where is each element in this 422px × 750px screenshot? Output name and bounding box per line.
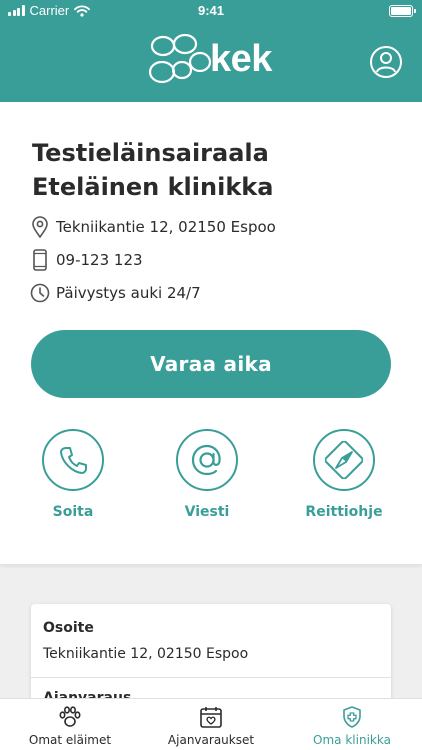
tab-my-pets-label: Omat eläimet <box>28 733 112 747</box>
tab-my-clinic[interactable]: Oma klinikka <box>282 703 422 747</box>
address-row: Tekniikantie 12, 02150 Espoo <box>30 216 276 238</box>
hours-row: Päivystys auki 24/7 <box>30 282 201 304</box>
tab-appointments[interactable]: Ajanvaraukset <box>141 703 281 747</box>
address-value: Tekniikantie 12, 02150 Espoo <box>43 646 249 662</box>
address-title: Osoite <box>43 620 94 636</box>
clinic-card: Testieläinsairaala Eteläinen klinikka Te… <box>0 102 422 564</box>
location-pin-icon <box>30 216 50 238</box>
directions-label: Reittiohje <box>305 504 383 520</box>
message-action[interactable]: Viesti <box>157 429 257 520</box>
clinic-address: Tekniikantie 12, 02150 Espoo <box>56 218 276 236</box>
tab-my-pets[interactable]: Omat eläimet <box>0 703 140 747</box>
paw-icon <box>0 703 140 731</box>
clinic-name: Testieläinsairaala Eteläinen klinikka <box>32 139 274 201</box>
status-bar: Carrier 9:41 <box>0 0 422 22</box>
directions-action[interactable]: Reittiohje <box>294 429 394 520</box>
call-label: Soita <box>52 504 94 520</box>
profile-button[interactable] <box>370 46 402 78</box>
clinic-phone: 09-123 123 <box>56 251 143 269</box>
paw-logo-icon <box>148 33 212 84</box>
app-header: Carrier 9:41 kek <box>0 0 422 102</box>
book-appointment-button[interactable]: Varaa aika <box>31 330 391 398</box>
at-icon <box>176 429 238 491</box>
phone-icon <box>42 429 104 491</box>
compass-icon <box>313 429 375 491</box>
clock-icon <box>30 282 50 304</box>
phone-row: 09-123 123 <box>30 249 143 271</box>
divider <box>31 677 391 678</box>
shield-cross-icon <box>282 703 422 731</box>
message-label: Viesti <box>184 504 230 520</box>
tab-my-clinic-label: Oma klinikka <box>313 733 391 747</box>
battery-icon <box>389 5 416 17</box>
calendar-heart-icon <box>141 703 281 731</box>
kek-logo: kek <box>148 33 278 88</box>
tab-bar: Omat eläimet Ajanvaraukset Oma klinikka <box>0 698 422 750</box>
tab-appointments-label: Ajanvaraukset <box>167 733 255 747</box>
mobile-phone-icon <box>30 249 50 271</box>
call-action[interactable]: Soita <box>23 429 123 520</box>
logo-text: kek <box>210 38 272 80</box>
status-time: 9:41 <box>197 3 225 18</box>
user-icon <box>376 52 396 73</box>
clinic-hours: Päivystys auki 24/7 <box>56 284 201 302</box>
